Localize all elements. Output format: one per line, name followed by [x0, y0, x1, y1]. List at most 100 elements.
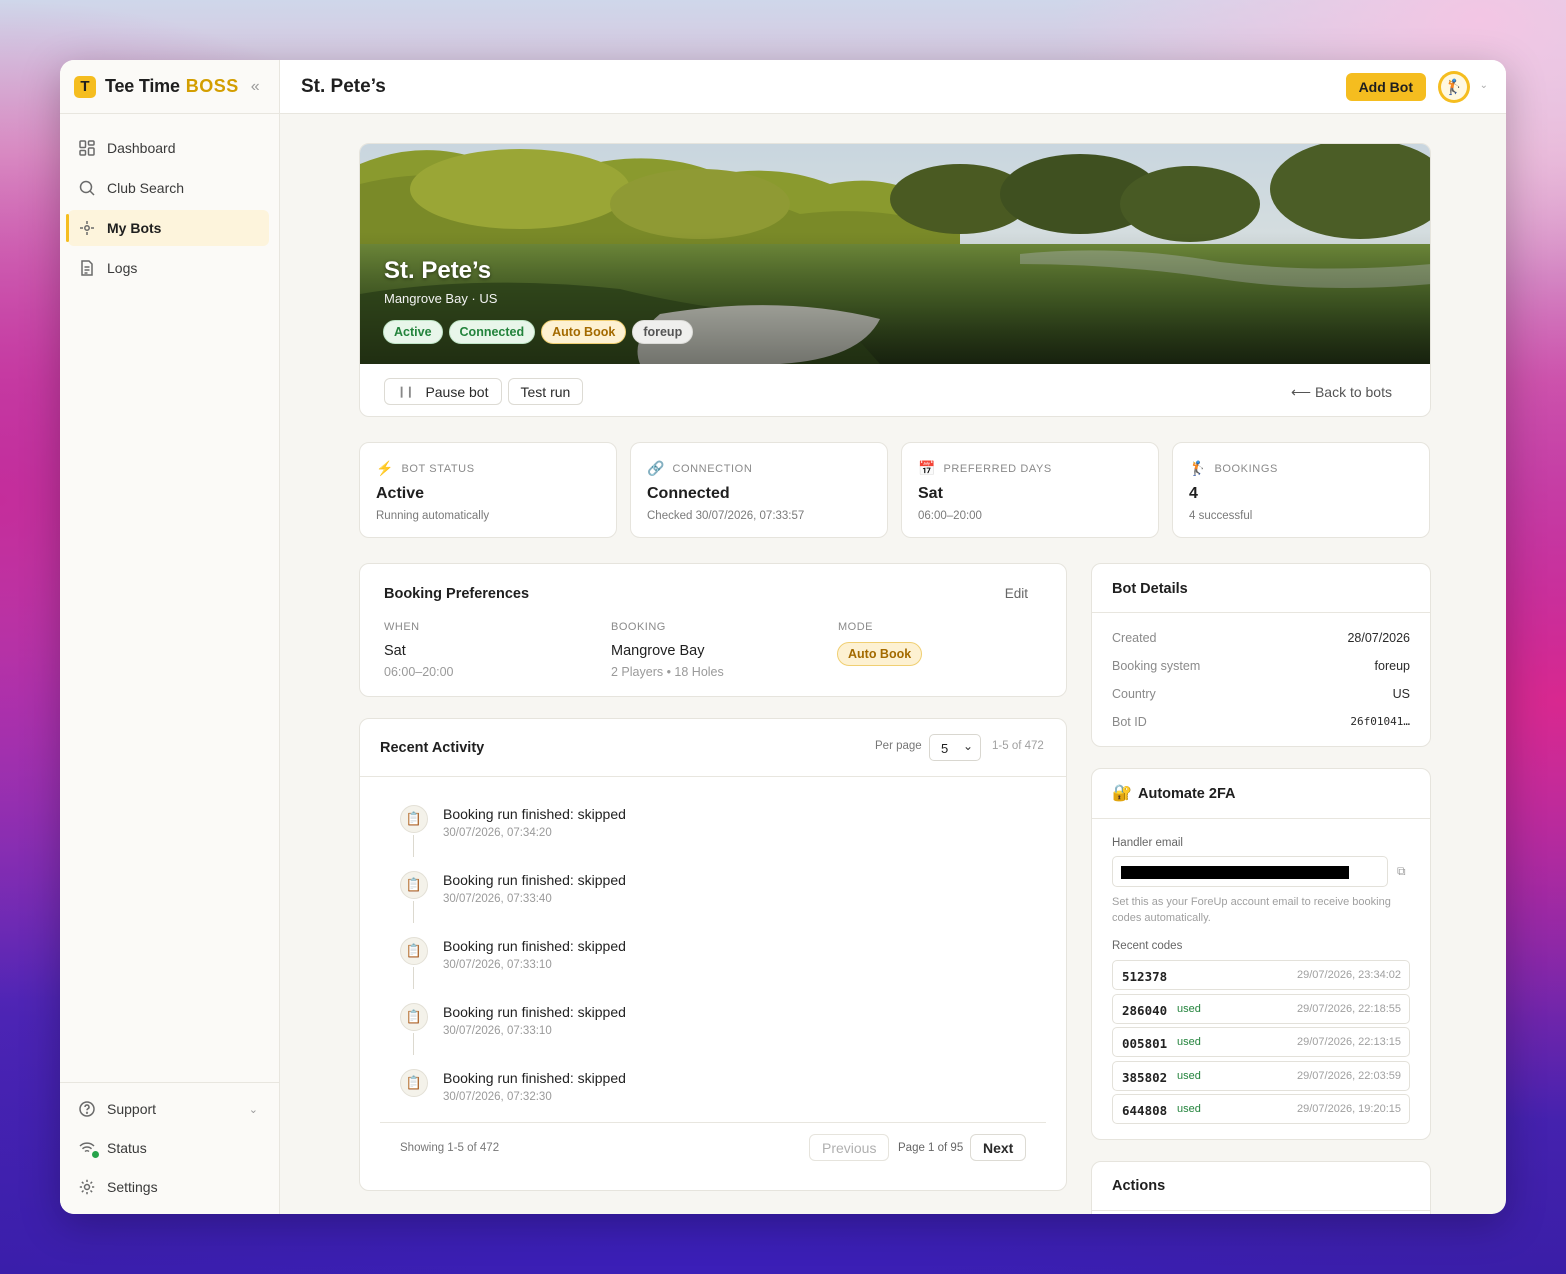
code-timestamp: 29/07/2026, 22:13:15: [1297, 1036, 1401, 1048]
clipboard-icon: 📋: [400, 871, 428, 899]
per-page-value: 5: [941, 741, 949, 756]
sidebar-item-label: My Bots: [107, 220, 162, 236]
status-chips: Active Connected Auto Book foreup: [383, 320, 694, 344]
recent-activity-card: Recent Activity Per page 5 ⌄ 1-5 of 472 …: [359, 718, 1067, 1191]
divider: [1092, 612, 1430, 613]
sidebar-item-dashboard[interactable]: Dashboard: [68, 130, 269, 166]
pause-bot-button[interactable]: ❙❙ Pause bot: [384, 378, 502, 405]
main-content: St. Pete’s Mangrove Bay · US Active Conn…: [280, 114, 1506, 1214]
when-value: Sat: [384, 643, 406, 659]
sidebar-item-status[interactable]: Status: [68, 1130, 270, 1166]
calendar-icon: 📅: [918, 460, 936, 476]
add-bot-button[interactable]: Add Bot: [1345, 73, 1426, 101]
code-timestamp: 29/07/2026, 22:18:55: [1297, 1003, 1401, 1015]
test-run-button[interactable]: Test run: [507, 378, 584, 405]
detail-value: US: [1392, 687, 1410, 701]
previous-button[interactable]: Previous: [809, 1134, 890, 1161]
code-row: 385802 used 29/07/2026, 22:03:59: [1112, 1061, 1410, 1091]
link-icon: 🔗: [647, 460, 665, 476]
copy-icon[interactable]: ⧉: [1397, 864, 1406, 879]
sidebar-item-logs[interactable]: Logs: [68, 250, 269, 286]
sidebar-item-settings[interactable]: Settings: [68, 1169, 270, 1205]
bot-icon: [80, 221, 94, 235]
pause-label: Pause bot: [425, 383, 489, 400]
detail-key: Bot ID: [1112, 715, 1147, 729]
system-badge: foreup: [632, 320, 694, 344]
code-used-badge: used: [1177, 1070, 1201, 1082]
activity-title: Booking run finished: skipped: [443, 1070, 626, 1086]
gear-icon: [79, 1179, 95, 1195]
automate-2fa-card: 🔐 Automate 2FA Handler email ⧉ Set this …: [1091, 768, 1431, 1140]
logo-icon: T: [74, 75, 96, 98]
chevron-down-icon[interactable]: ⌄: [249, 1103, 258, 1116]
showing-text: Showing 1-5 of 472: [400, 1142, 500, 1154]
code-used-badge: used: [1177, 1036, 1201, 1048]
timeline-line: [413, 901, 414, 923]
recent-codes-label: Recent codes: [1112, 940, 1183, 952]
stat-card-bot-status: ⚡ BOT STATUS Active Running automatically: [359, 442, 617, 538]
clipboard-icon: 📋: [400, 1069, 428, 1097]
avatar[interactable]: 🏌: [1438, 71, 1470, 103]
stat-label: 🔗 CONNECTION: [647, 460, 753, 476]
stat-label: 📅 PREFERRED DAYS: [918, 460, 1052, 476]
activity-time: 30/07/2026, 07:33:10: [443, 959, 552, 971]
actions-card: Actions: [1091, 1161, 1431, 1214]
mode-badge: Auto Book: [837, 642, 923, 666]
code-value: 385802: [1122, 1070, 1168, 1085]
activity-time: 30/07/2026, 07:33:10: [443, 1025, 552, 1037]
back-to-bots-link[interactable]: ⟵ Back to bots: [1291, 384, 1392, 401]
sidebar-item-label: Settings: [107, 1179, 158, 1195]
activity-time: 30/07/2026, 07:32:30: [443, 1091, 552, 1103]
club-name: St. Pete’s: [384, 257, 492, 284]
collapse-sidebar-icon[interactable]: «: [251, 78, 260, 96]
page-indicator: Page 1 of 95: [898, 1142, 964, 1154]
per-page-select[interactable]: 5 ⌄: [929, 734, 981, 761]
sidebar-item-label: Logs: [107, 260, 138, 276]
detail-value: 28/07/2026: [1347, 631, 1410, 645]
sidebar-item-support[interactable]: Support ⌄: [68, 1091, 270, 1127]
card-title: Bot Details: [1112, 581, 1188, 597]
club-hero-card: St. Pete’s Mangrove Bay · US Active Conn…: [359, 143, 1431, 417]
stat-label: 🏌 BOOKINGS: [1189, 460, 1278, 476]
edit-button[interactable]: Edit: [1005, 586, 1028, 601]
code-value: 286040: [1122, 1003, 1168, 1018]
per-page-label: Per page: [875, 740, 922, 752]
clipboard-icon: 📋: [400, 805, 428, 833]
auto-book-badge: Auto Book: [541, 320, 627, 344]
sidebar-item-club-search[interactable]: Club Search: [68, 170, 269, 206]
timeline-line: [413, 1033, 414, 1055]
stat-sub: 06:00–20:00: [918, 510, 982, 522]
detail-row: Bot ID 26f01041…: [1112, 715, 1410, 729]
lock-icon: 🔐: [1112, 785, 1132, 802]
brand-suffix: BOSS: [185, 76, 239, 96]
dashboard-icon: [79, 140, 95, 156]
golfer-avatar-icon: 🏌: [1441, 74, 1467, 100]
activity-title: Booking run finished: skipped: [443, 872, 626, 888]
handler-email-field[interactable]: [1112, 856, 1388, 887]
sidebar-item-label: Status: [107, 1140, 147, 1156]
code-used-badge: used: [1177, 1103, 1201, 1115]
brand: T Tee Time BOSS «: [60, 60, 279, 114]
clipboard-icon: 📋: [400, 1003, 428, 1031]
detail-key: Booking system: [1112, 659, 1201, 673]
booking-label: BOOKING: [611, 621, 666, 633]
booking-preferences-card: Booking Preferences Edit WHEN Sat 06:00–…: [359, 563, 1067, 697]
stat-sub: Running automatically: [376, 510, 490, 522]
golfer-icon: 🏌: [1189, 460, 1207, 476]
range-text: 1-5 of 472: [992, 740, 1044, 752]
bot-id-value[interactable]: 26f01041…: [1350, 715, 1410, 729]
status-dot: [92, 1151, 99, 1158]
card-title: Automate 2FA: [1138, 786, 1236, 802]
sidebar-item-my-bots[interactable]: My Bots: [66, 210, 269, 246]
timeline-line: [413, 835, 414, 857]
next-button[interactable]: Next: [970, 1134, 1027, 1161]
code-row: 005801 used 29/07/2026, 22:13:15: [1112, 1027, 1410, 1057]
chevron-down-icon: ⌄: [962, 739, 973, 753]
active-badge: Active: [383, 320, 443, 344]
chevron-down-icon[interactable]: ⌄: [1480, 80, 1488, 91]
code-value: 005801: [1122, 1036, 1168, 1051]
brand-name: Tee Time: [105, 76, 180, 96]
lightning-icon: ⚡: [376, 460, 394, 476]
stat-sub: 4 successful: [1189, 510, 1253, 522]
activity-time: 30/07/2026, 07:34:20: [443, 827, 552, 839]
